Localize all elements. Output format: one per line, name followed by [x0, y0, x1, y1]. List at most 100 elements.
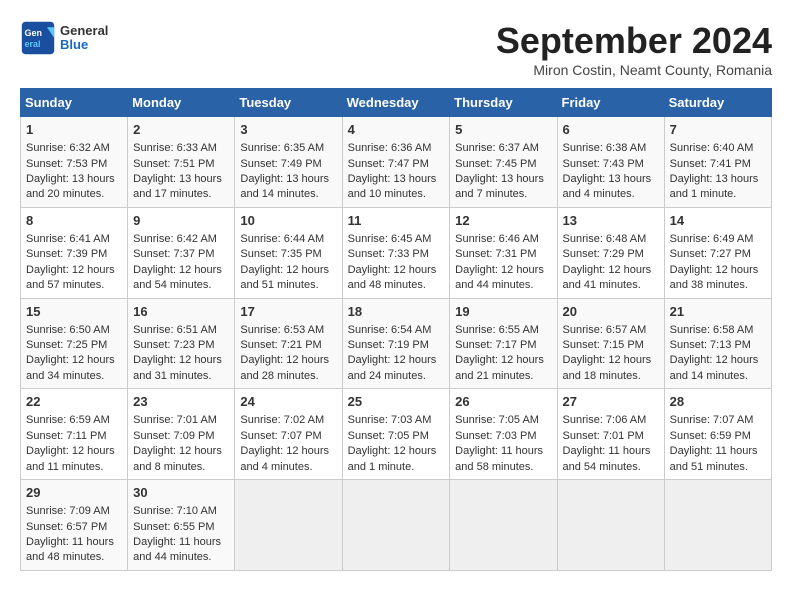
day-info-line: and 17 minutes.	[133, 187, 229, 202]
day-number: 13	[563, 212, 659, 230]
calendar-day-cell: 25Sunrise: 7:03 AMSunset: 7:05 PMDayligh…	[342, 389, 450, 480]
day-info-line: Daylight: 12 hours	[348, 263, 445, 278]
calendar-day-cell: 16Sunrise: 6:51 AMSunset: 7:23 PMDayligh…	[128, 298, 235, 389]
day-info-line: and 7 minutes.	[455, 187, 551, 202]
day-info-line: and 8 minutes.	[133, 460, 229, 475]
day-info-line: Daylight: 11 hours	[670, 444, 766, 459]
calendar-week-row: 29Sunrise: 7:09 AMSunset: 6:57 PMDayligh…	[21, 480, 772, 571]
day-info-line: and 14 minutes.	[670, 369, 766, 384]
day-info-line: Daylight: 12 hours	[455, 263, 551, 278]
day-info-line: and 11 minutes.	[26, 460, 122, 475]
day-info-line: and 28 minutes.	[240, 369, 336, 384]
day-info-line: Sunrise: 6:53 AM	[240, 323, 336, 338]
day-info-line: Sunset: 7:41 PM	[670, 157, 766, 172]
day-info-line: and 38 minutes.	[670, 278, 766, 293]
calendar-week-row: 1Sunrise: 6:32 AMSunset: 7:53 PMDaylight…	[21, 117, 772, 208]
day-info-line: Sunset: 7:27 PM	[670, 247, 766, 262]
page-header: Gen eral General Blue September 2024 Mir…	[20, 20, 772, 78]
day-info-line: Sunrise: 7:06 AM	[563, 413, 659, 428]
calendar-day-cell: 29Sunrise: 7:09 AMSunset: 6:57 PMDayligh…	[21, 480, 128, 571]
calendar-day-cell	[664, 480, 771, 571]
day-info-line: Daylight: 12 hours	[26, 353, 122, 368]
day-info-line: Daylight: 12 hours	[240, 444, 336, 459]
logo-icon: Gen eral	[20, 20, 56, 56]
location-subtitle: Miron Costin, Neamt County, Romania	[496, 62, 772, 78]
day-info-line: Sunset: 7:03 PM	[455, 429, 551, 444]
day-info-line: Daylight: 11 hours	[563, 444, 659, 459]
calendar-day-cell: 17Sunrise: 6:53 AMSunset: 7:21 PMDayligh…	[235, 298, 342, 389]
day-number: 26	[455, 393, 551, 411]
day-number: 8	[26, 212, 122, 230]
day-info-line: Sunset: 7:01 PM	[563, 429, 659, 444]
day-info-line: Daylight: 11 hours	[455, 444, 551, 459]
calendar-day-cell: 4Sunrise: 6:36 AMSunset: 7:47 PMDaylight…	[342, 117, 450, 208]
day-info-line: Daylight: 12 hours	[563, 263, 659, 278]
calendar-day-cell: 12Sunrise: 6:46 AMSunset: 7:31 PMDayligh…	[450, 207, 557, 298]
day-number: 28	[670, 393, 766, 411]
day-info-line: Daylight: 11 hours	[133, 535, 229, 550]
day-info-line: Daylight: 11 hours	[26, 535, 122, 550]
day-number: 11	[348, 212, 445, 230]
day-info-line: Sunset: 6:57 PM	[26, 520, 122, 535]
day-info-line: Sunset: 7:31 PM	[455, 247, 551, 262]
calendar-day-cell: 20Sunrise: 6:57 AMSunset: 7:15 PMDayligh…	[557, 298, 664, 389]
day-info-line: and 44 minutes.	[455, 278, 551, 293]
svg-text:eral: eral	[25, 39, 41, 49]
day-info-line: Sunrise: 7:05 AM	[455, 413, 551, 428]
day-number: 9	[133, 212, 229, 230]
day-info-line: and 51 minutes.	[240, 278, 336, 293]
calendar-day-cell: 22 Sunrise: 6:59 AMSunset: 7:11 PMDayligh…	[21, 389, 128, 480]
day-info-line: Sunset: 7:45 PM	[455, 157, 551, 172]
title-block: September 2024 Miron Costin, Neamt Count…	[496, 20, 772, 78]
svg-text:Gen: Gen	[25, 28, 43, 38]
day-number: 15	[26, 303, 122, 321]
day-info-line: Daylight: 12 hours	[26, 444, 122, 459]
calendar-day-cell: 13Sunrise: 6:48 AMSunset: 7:29 PMDayligh…	[557, 207, 664, 298]
day-info-line: Daylight: 13 hours	[348, 172, 445, 187]
day-number: 5	[455, 121, 551, 139]
day-info-line: Daylight: 12 hours	[240, 353, 336, 368]
day-number: 20	[563, 303, 659, 321]
day-info-line: Sunset: 6:59 PM	[670, 429, 766, 444]
logo-line1: General	[60, 24, 108, 38]
day-info-line: Sunset: 7:17 PM	[455, 338, 551, 353]
day-info-line: Sunrise: 6:50 AM	[26, 323, 122, 338]
weekday-header-thursday: Thursday	[450, 89, 557, 117]
calendar-day-cell: 3Sunrise: 6:35 AMSunset: 7:49 PMDaylight…	[235, 117, 342, 208]
day-number: 29	[26, 484, 122, 502]
day-info-line: and 44 minutes.	[133, 550, 229, 565]
day-info-line: Daylight: 12 hours	[670, 263, 766, 278]
calendar-day-cell: 6Sunrise: 6:38 AMSunset: 7:43 PMDaylight…	[557, 117, 664, 208]
day-info-line: Sunrise: 7:03 AM	[348, 413, 445, 428]
day-info-line: Sunrise: 6:59 AM	[26, 413, 122, 428]
calendar-day-cell: 23Sunrise: 7:01 AMSunset: 7:09 PMDayligh…	[128, 389, 235, 480]
day-info-line: Sunset: 7:49 PM	[240, 157, 336, 172]
day-info-line: Daylight: 12 hours	[240, 263, 336, 278]
calendar-week-row: 15Sunrise: 6:50 AMSunset: 7:25 PMDayligh…	[21, 298, 772, 389]
calendar-day-cell: 18Sunrise: 6:54 AMSunset: 7:19 PMDayligh…	[342, 298, 450, 389]
day-info-line: Sunset: 7:11 PM	[26, 429, 122, 444]
day-number: 22	[26, 393, 122, 411]
calendar-day-cell: 9Sunrise: 6:42 AMSunset: 7:37 PMDaylight…	[128, 207, 235, 298]
day-info-line: Sunset: 7:09 PM	[133, 429, 229, 444]
day-info-line: Sunrise: 7:10 AM	[133, 504, 229, 519]
calendar-day-cell: 27Sunrise: 7:06 AMSunset: 7:01 PMDayligh…	[557, 389, 664, 480]
weekday-header-monday: Monday	[128, 89, 235, 117]
day-info-line: Daylight: 12 hours	[348, 353, 445, 368]
day-info-line: Sunrise: 6:41 AM	[26, 232, 122, 247]
day-info-line: Daylight: 12 hours	[455, 353, 551, 368]
day-number: 21	[670, 303, 766, 321]
day-info-line: and 54 minutes.	[133, 278, 229, 293]
day-info-line: Daylight: 12 hours	[26, 263, 122, 278]
day-number: 30	[133, 484, 229, 502]
day-info-line: and 14 minutes.	[240, 187, 336, 202]
day-info-line: and 21 minutes.	[455, 369, 551, 384]
day-number: 3	[240, 121, 336, 139]
day-info-line: Sunrise: 6:48 AM	[563, 232, 659, 247]
day-info-line: Daylight: 13 hours	[670, 172, 766, 187]
day-info-line: Sunrise: 6:40 AM	[670, 141, 766, 156]
day-info-line: and 48 minutes.	[26, 550, 122, 565]
day-info-line: Sunset: 7:35 PM	[240, 247, 336, 262]
calendar-day-cell: 24Sunrise: 7:02 AMSunset: 7:07 PMDayligh…	[235, 389, 342, 480]
weekday-header-wednesday: Wednesday	[342, 89, 450, 117]
